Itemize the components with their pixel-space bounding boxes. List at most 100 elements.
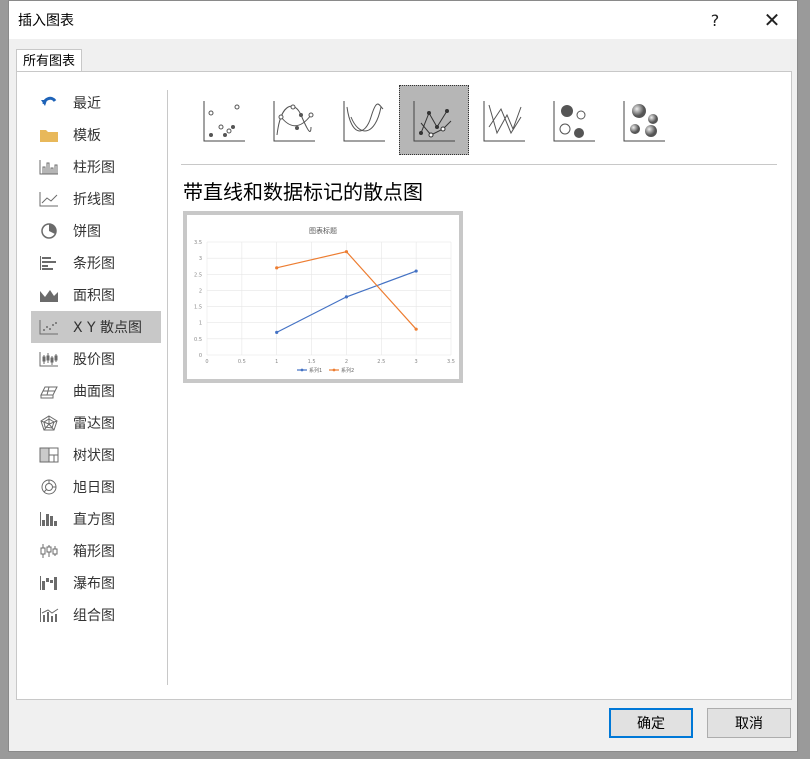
nav-item[interactable]: 最近 — [31, 87, 161, 119]
scatter-markers-only-icon[interactable] — [189, 85, 259, 155]
series-point — [414, 269, 418, 273]
series-point — [275, 266, 279, 270]
x-tick-label: 0.5 — [238, 359, 246, 365]
y-tick-label: 2.5 — [194, 272, 202, 278]
x-tick-label: 0 — [205, 359, 208, 365]
series-point — [275, 330, 279, 334]
waterfall-chart-icon — [38, 574, 60, 592]
nav-item-label: 面积图 — [73, 288, 115, 304]
treemap-chart-icon — [38, 446, 60, 464]
scatter-smooth-lines-icon[interactable] — [329, 85, 399, 155]
nav-item[interactable]: 直方图 — [31, 503, 161, 535]
y-tick-label: 1.5 — [194, 305, 202, 311]
x-tick-label: 2.5 — [377, 359, 385, 365]
histogram-chart-icon — [38, 510, 60, 528]
tab-strip: 所有图表 — [9, 39, 797, 73]
legend-label: 系列2 — [341, 367, 354, 374]
nav-item-label: 曲面图 — [73, 384, 115, 400]
nav-item-label: 股价图 — [73, 352, 115, 368]
legend-label: 系列1 — [309, 367, 322, 374]
y-tick-label: 0 — [199, 353, 202, 359]
nav-item[interactable]: 折线图 — [31, 183, 161, 215]
recent-icon — [38, 94, 60, 112]
box-whisker-chart-icon — [38, 542, 60, 560]
surface-chart-icon — [38, 382, 60, 400]
nav-item-label: 旭日图 — [73, 480, 115, 496]
nav-item-label: 折线图 — [73, 192, 115, 208]
nav-item[interactable]: 箱形图 — [31, 535, 161, 567]
folder-icon — [38, 126, 60, 144]
legend-marker — [332, 368, 336, 372]
nav-item-label: 饼图 — [73, 224, 101, 240]
dialog-title: 插入图表 — [18, 13, 74, 29]
column-chart-icon — [38, 158, 60, 176]
nav-item[interactable]: 曲面图 — [31, 375, 161, 407]
insert-chart-dialog: 插入图表 ? ✕ 所有图表 最近模板柱形图折线图饼图条形图面积图 X Y 散点图股… — [8, 0, 798, 752]
nav-item-label: 最近 — [73, 96, 101, 112]
y-tick-label: 2 — [199, 288, 202, 294]
series-point — [344, 295, 349, 299]
scatter-smooth-lines-markers-icon[interactable] — [259, 85, 329, 155]
nav-item-label: 箱形图 — [73, 544, 115, 560]
line-chart-icon — [38, 190, 60, 208]
bubble-icon[interactable] — [539, 85, 609, 155]
help-button[interactable]: ? — [701, 7, 729, 33]
scatter-straight-lines-icon[interactable] — [469, 85, 539, 155]
nav-item[interactable]: 面积图 — [31, 279, 161, 311]
bubble-3d-icon[interactable] — [609, 85, 679, 155]
nav-item[interactable]: 条形图 — [31, 247, 161, 279]
nav-item-label: 直方图 — [73, 512, 115, 528]
nav-item[interactable]: 股价图 — [31, 343, 161, 375]
ok-button[interactable]: 确定 — [609, 708, 693, 738]
x-tick-label: 2 — [345, 359, 348, 365]
horizontal-divider — [181, 164, 777, 165]
nav-item[interactable]: 柱形图 — [31, 151, 161, 183]
chart-type-list: 最近模板柱形图折线图饼图条形图面积图 X Y 散点图 股价图曲面图雷达图树状图旭日图… — [31, 87, 161, 631]
scatter-chart-icon — [38, 318, 60, 336]
series-point — [414, 327, 418, 331]
title-bar: 插入图表 ? ✕ — [9, 1, 797, 39]
tab-all-charts[interactable]: 所有图表 — [16, 49, 83, 73]
y-tick-label: 3.5 — [194, 240, 202, 246]
x-tick-label: 1 — [275, 359, 278, 365]
nav-item-label: 条形图 — [73, 256, 115, 272]
subtype-title: 带直线和数据标记的散点图 — [183, 180, 423, 204]
preview-chart: 图表标题 0 0.5 1 1.5 2 2.5 3 3.5 0 0.5 1 1.5 2 2.5 3 3.5 系列1 系… — [194, 226, 455, 374]
nav-item[interactable]: X Y 散点图 — [31, 311, 161, 343]
nav-item[interactable]: 饼图 — [31, 215, 161, 247]
legend-marker — [300, 368, 304, 372]
nav-item-label: X Y 散点图 — [73, 320, 143, 336]
nav-item[interactable]: 模板 — [31, 119, 161, 151]
nav-item[interactable]: 旭日图 — [31, 471, 161, 503]
nav-item[interactable]: 瀑布图 — [31, 567, 161, 599]
scatter-straight-lines-markers-icon[interactable] — [399, 85, 469, 155]
sunburst-chart-icon — [38, 478, 60, 496]
area-chart-icon — [38, 286, 60, 304]
chart-panel: 最近模板柱形图折线图饼图条形图面积图 X Y 散点图 股价图曲面图雷达图树状图旭日图… — [16, 71, 792, 700]
radar-chart-icon — [38, 414, 60, 432]
nav-item[interactable]: 雷达图 — [31, 407, 161, 439]
chart-title: 图表标题 — [309, 226, 337, 235]
cancel-button[interactable]: 取消 — [707, 708, 791, 738]
y-tick-label: 3 — [199, 256, 202, 262]
combo-chart-icon — [38, 606, 60, 624]
series-point — [344, 250, 349, 254]
chart-preview-area: 图表标题 0 0.5 1 1.5 2 2.5 3 3.5 0 0.5 1 1.5 2 2.5 3 3.5 系列1 系… — [187, 215, 459, 379]
y-tick-label: 1 — [199, 321, 202, 327]
nav-item-label: 雷达图 — [73, 416, 115, 432]
stock-chart-icon — [38, 350, 60, 368]
x-tick-label: 3.5 — [447, 359, 455, 365]
nav-item-label: 模板 — [73, 128, 101, 144]
vertical-divider — [167, 90, 168, 685]
nav-item[interactable]: 组合图 — [31, 599, 161, 631]
nav-item-label: 组合图 — [73, 608, 115, 624]
nav-item-label: 树状图 — [73, 448, 115, 464]
chart-preview[interactable]: 图表标题 0 0.5 1 1.5 2 2.5 3 3.5 0 0.5 1 1.5 2 2.5 3 3.5 系列1 系… — [183, 211, 463, 383]
pie-chart-icon — [38, 222, 60, 240]
close-button[interactable]: ✕ — [758, 7, 786, 33]
nav-item[interactable]: 树状图 — [31, 439, 161, 471]
nav-item-label: 瀑布图 — [73, 576, 115, 592]
x-tick-label: 3 — [415, 359, 418, 365]
bar-chart-icon — [38, 254, 60, 272]
nav-item-label: 柱形图 — [73, 160, 115, 176]
